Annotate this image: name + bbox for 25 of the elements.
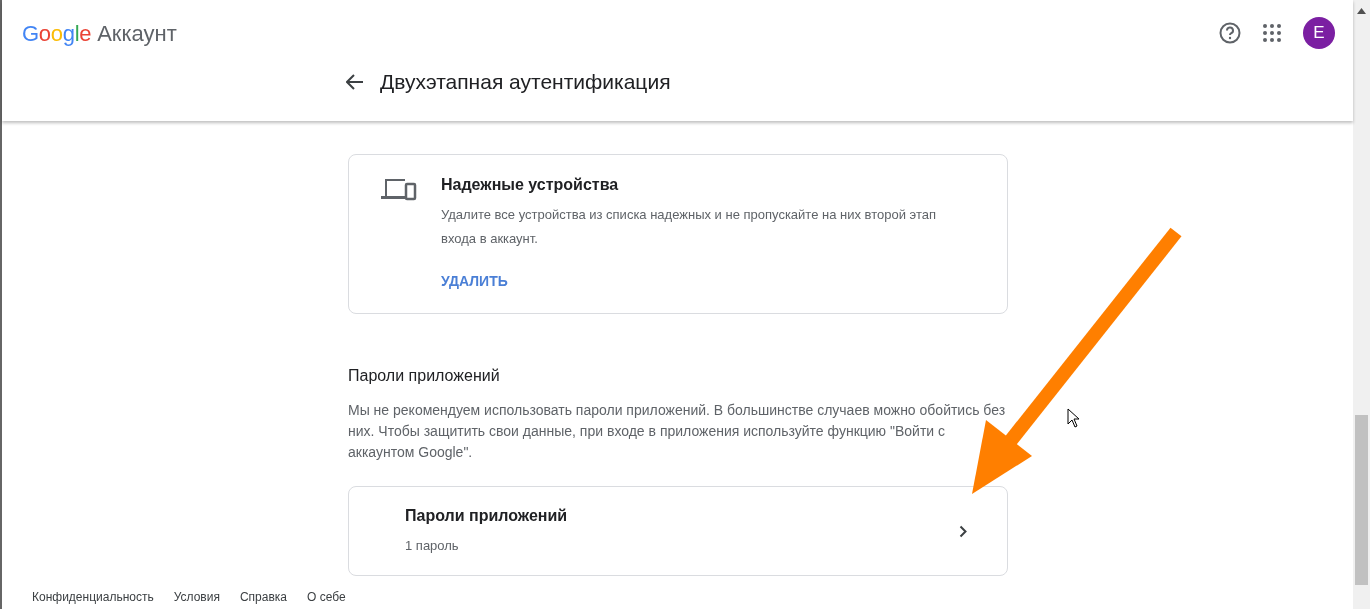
product-name: Аккаунт (97, 19, 177, 48)
section-description: Мы не рекомендуем использовать пароли приложений. В большинстве случаев можно обойтись без них. Чтобы защитить свои данные, при входе в приложения используйте функцию "Войти с аккаунтом Google". (348, 401, 1007, 462)
card-subtitle: 1 пароль (405, 537, 460, 555)
scroll-up-arrow-icon[interactable] (1357, 8, 1366, 14)
devices-icon (381, 177, 417, 201)
card-title: Пароли приложений (405, 506, 569, 526)
help-icon[interactable] (1219, 22, 1241, 44)
scrollbar-thumb[interactable] (1355, 415, 1368, 585)
apps-grid-icon[interactable] (1263, 24, 1281, 42)
section-heading: Пароли приложений (348, 366, 501, 386)
avatar[interactable]: E (1303, 17, 1335, 49)
back-arrow-icon[interactable] (346, 73, 364, 90)
card-title: Надежные устройства (441, 175, 620, 195)
logo: Google (22, 19, 92, 48)
scrollbar[interactable] (1353, 0, 1370, 609)
app-passwords-card[interactable]: Пароли приложений 1 пароль (348, 486, 1008, 576)
footer-link[interactable]: Справка (239, 588, 288, 606)
remove-button[interactable]: УДАЛИТЬ (441, 271, 508, 292)
chevron-right-icon[interactable] (959, 524, 967, 538)
page-title: Двухэтапная аутентификация (380, 69, 671, 95)
footer-link[interactable]: Условия (173, 588, 220, 606)
card-description: Удалите все устройства из списка надежных и не пропускайте на них второй этап входа в аккаунт. (441, 206, 937, 248)
mouse-cursor-icon (1067, 408, 1080, 428)
footer-link[interactable]: О себе (307, 588, 346, 606)
footer-link[interactable]: Конфиденциальность (32, 588, 154, 606)
